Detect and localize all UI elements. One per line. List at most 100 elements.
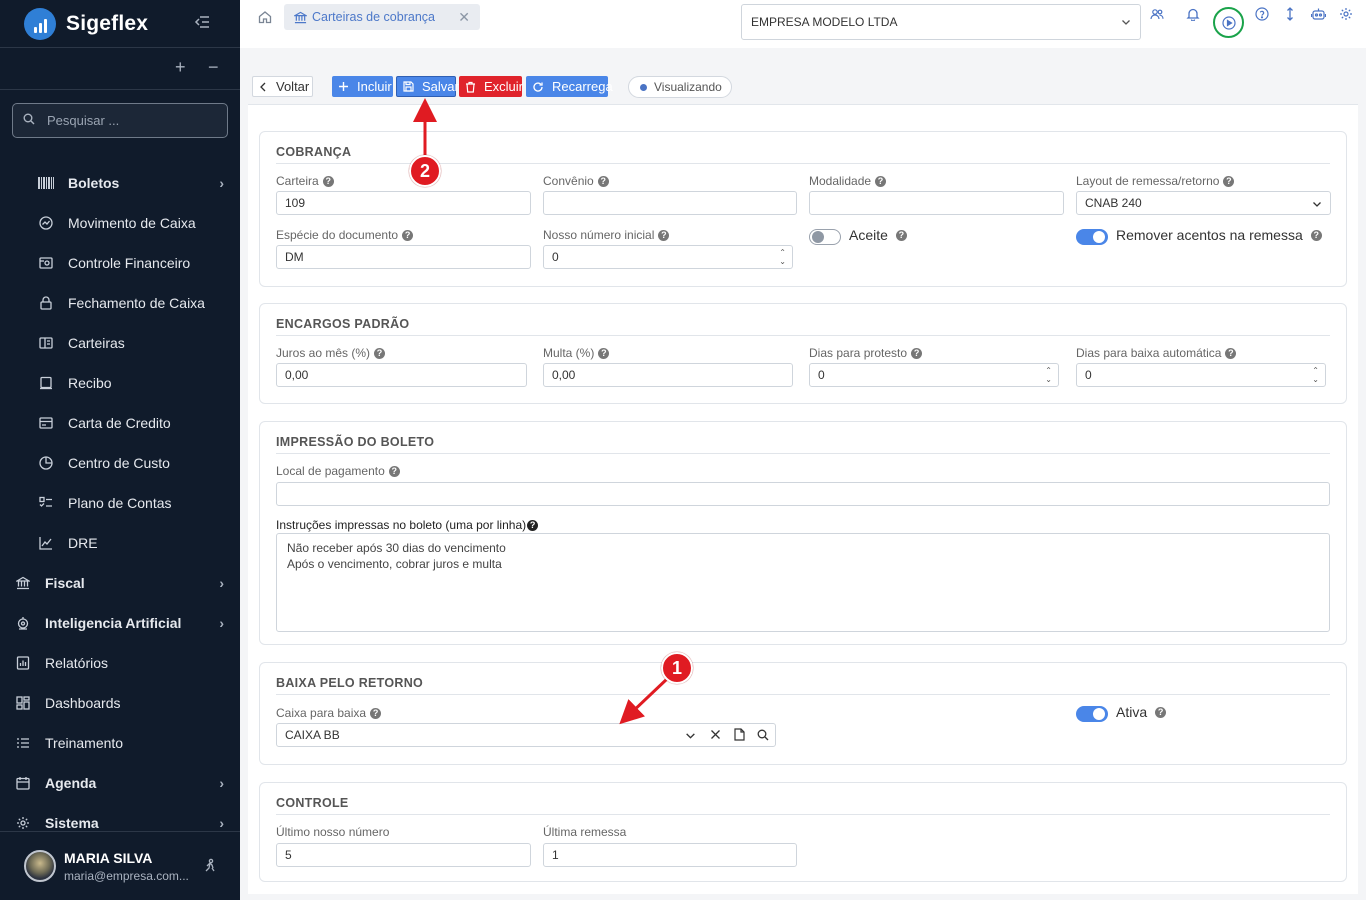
help-icon[interactable]: ? <box>374 347 386 359</box>
help-icon[interactable]: ? <box>322 175 334 187</box>
settings-icon <box>15 815 31 831</box>
multa-field[interactable]: 0,00 <box>543 363 793 387</box>
help-icon[interactable]: ? <box>911 347 923 359</box>
plus-icon <box>338 81 349 92</box>
robot-icon[interactable] <box>1308 4 1328 24</box>
juros-field[interactable]: 0,00 <box>276 363 527 387</box>
play-circle-icon[interactable] <box>1213 7 1244 38</box>
sidebar-item-relatorios[interactable]: Relatórios <box>0 643 240 683</box>
dashboard-icon <box>15 695 31 711</box>
ultima-remessa-field[interactable]: 1 <box>543 843 797 867</box>
trash-icon <box>465 81 476 93</box>
back-button[interactable]: Voltar <box>252 76 313 97</box>
help-icon[interactable]: ? <box>598 347 610 359</box>
sidebar-item-fechamento-caixa[interactable]: Fechamento de Caixa <box>0 283 240 323</box>
user-name: MARIA SILVA <box>64 849 153 866</box>
especie-field[interactable]: DM <box>276 245 531 269</box>
caixa-baixa-lookup[interactable]: CAIXA BB <box>276 723 776 747</box>
sidebar-item-dashboards[interactable]: Dashboards <box>0 683 240 723</box>
label-text: Local de pagamento <box>276 464 385 478</box>
collapse-sidebar-icon[interactable] <box>194 13 212 31</box>
search-input[interactable] <box>47 113 207 128</box>
clear-icon[interactable] <box>710 729 721 743</box>
company-select[interactable]: EMPRESA MODELO LTDA <box>741 4 1141 40</box>
sidebar-item-fiscal[interactable]: Fiscal › <box>0 563 240 603</box>
convenio-field[interactable] <box>543 191 797 215</box>
section-controle: CONTROLE Último nosso número 5 Última re… <box>259 782 1347 882</box>
carteira-field[interactable]: 109 <box>276 191 531 215</box>
protesto-field[interactable]: 0 ⌃ ⌄ <box>809 363 1059 387</box>
avatar <box>24 850 56 882</box>
remover-acentos-toggle[interactable] <box>1076 229 1108 245</box>
help-icon[interactable]: ? <box>597 175 609 187</box>
sidebar-item-agenda[interactable]: Agenda › <box>0 763 240 803</box>
collapse-all-button[interactable]: − <box>208 58 219 76</box>
label-text: Aceite <box>849 227 888 243</box>
sidebar-item-recibo[interactable]: Recibo <box>0 363 240 403</box>
help-icon[interactable]: ? <box>527 519 539 531</box>
help-icon[interactable]: ? <box>1310 229 1322 241</box>
stepper-icon[interactable]: ⌃ ⌄ <box>1312 366 1319 384</box>
user-switch-icon[interactable] <box>202 858 218 877</box>
bank-icon <box>15 575 31 591</box>
home-icon[interactable] <box>258 10 272 27</box>
tab-carteiras-cobranca[interactable]: Carteiras de cobrança ✕ <box>284 4 480 30</box>
help-icon[interactable]: ? <box>1225 347 1237 359</box>
sidebar-item-controle-financeiro[interactable]: Controle Financeiro <box>0 243 240 283</box>
help-icon[interactable]: ? <box>875 175 887 187</box>
training-list-icon <box>15 735 31 751</box>
expand-all-button[interactable]: + <box>175 58 186 76</box>
help-icon[interactable]: ? <box>370 707 382 719</box>
help-icon[interactable]: ? <box>402 229 414 241</box>
ativa-toggle[interactable] <box>1076 706 1108 722</box>
status-label: Visualizando <box>654 80 722 94</box>
vertical-arrows-icon[interactable] <box>1280 4 1300 24</box>
help-circle-icon[interactable] <box>1252 4 1272 24</box>
users-icon[interactable] <box>1147 4 1167 24</box>
close-icon[interactable]: ✕ <box>458 9 470 26</box>
help-icon[interactable]: ? <box>658 229 670 241</box>
baixa-automatica-field[interactable]: 0 ⌃ ⌄ <box>1076 363 1326 387</box>
sidebar: Sigeflex + − Boletos › Movimento de Caix… <box>0 0 240 900</box>
sidebar-item-dre[interactable]: DRE <box>0 523 240 563</box>
bell-icon[interactable] <box>1183 4 1203 24</box>
aceite-toggle[interactable] <box>809 229 841 245</box>
document-icon[interactable] <box>734 728 745 744</box>
sidebar-item-boletos[interactable]: Boletos › <box>0 163 240 203</box>
salvar-button[interactable]: Salvar <box>396 76 459 97</box>
instrucoes-textarea[interactable]: Não receber após 30 dias do vencimento A… <box>276 533 1330 632</box>
sidebar-item-carta-credito[interactable]: Carta de Credito <box>0 403 240 443</box>
help-icon[interactable]: ? <box>388 465 400 477</box>
nosso-numero-field[interactable]: 0 ⌃ ⌄ <box>543 245 793 269</box>
help-icon[interactable]: ? <box>1155 706 1167 718</box>
sidebar-search[interactable] <box>12 103 228 138</box>
sidebar-item-treinamento[interactable]: Treinamento <box>0 723 240 763</box>
section-title: BAIXA PELO RETORNO <box>276 676 424 690</box>
stepper-icon[interactable]: ⌃ ⌄ <box>779 248 786 266</box>
help-icon[interactable]: ? <box>895 229 907 241</box>
label-text: Juros ao mês (%) <box>276 346 371 360</box>
modalidade-field[interactable] <box>809 191 1064 215</box>
chevron-right-icon: › <box>219 175 224 191</box>
layout-select[interactable]: CNAB 240 <box>1076 191 1331 215</box>
user-profile[interactable]: MARIA SILVA maria@empresa.com... <box>0 831 240 900</box>
incluir-button[interactable]: Incluir <box>332 76 393 97</box>
divider <box>276 453 1330 454</box>
excluir-button[interactable]: Excluir <box>459 76 523 97</box>
convenio-label: Convênio? <box>543 174 609 188</box>
chevron-down-icon[interactable] <box>685 730 696 744</box>
chevron-right-icon: › <box>219 775 224 791</box>
local-pagamento-field[interactable] <box>276 482 1330 506</box>
help-icon[interactable]: ? <box>1223 175 1235 187</box>
search-icon[interactable] <box>757 729 769 744</box>
stepper-icon[interactable]: ⌃ ⌄ <box>1045 366 1052 384</box>
recarrega-button[interactable]: Recarrega <box>526 76 613 97</box>
sidebar-item-plano-contas[interactable]: Plano de Contas <box>0 483 240 523</box>
sidebar-item-inteligencia-artificial[interactable]: Inteligencia Artificial › <box>0 603 240 643</box>
sidebar-item-movimento-caixa[interactable]: Movimento de Caixa <box>0 203 240 243</box>
sidebar-item-centro-custo[interactable]: Centro de Custo <box>0 443 240 483</box>
gear-icon[interactable] <box>1336 4 1356 24</box>
modalidade-label: Modalidade? <box>809 174 887 188</box>
ultimo-nosso-numero-field[interactable]: 5 <box>276 843 531 867</box>
sidebar-item-carteiras[interactable]: Carteiras <box>0 323 240 363</box>
